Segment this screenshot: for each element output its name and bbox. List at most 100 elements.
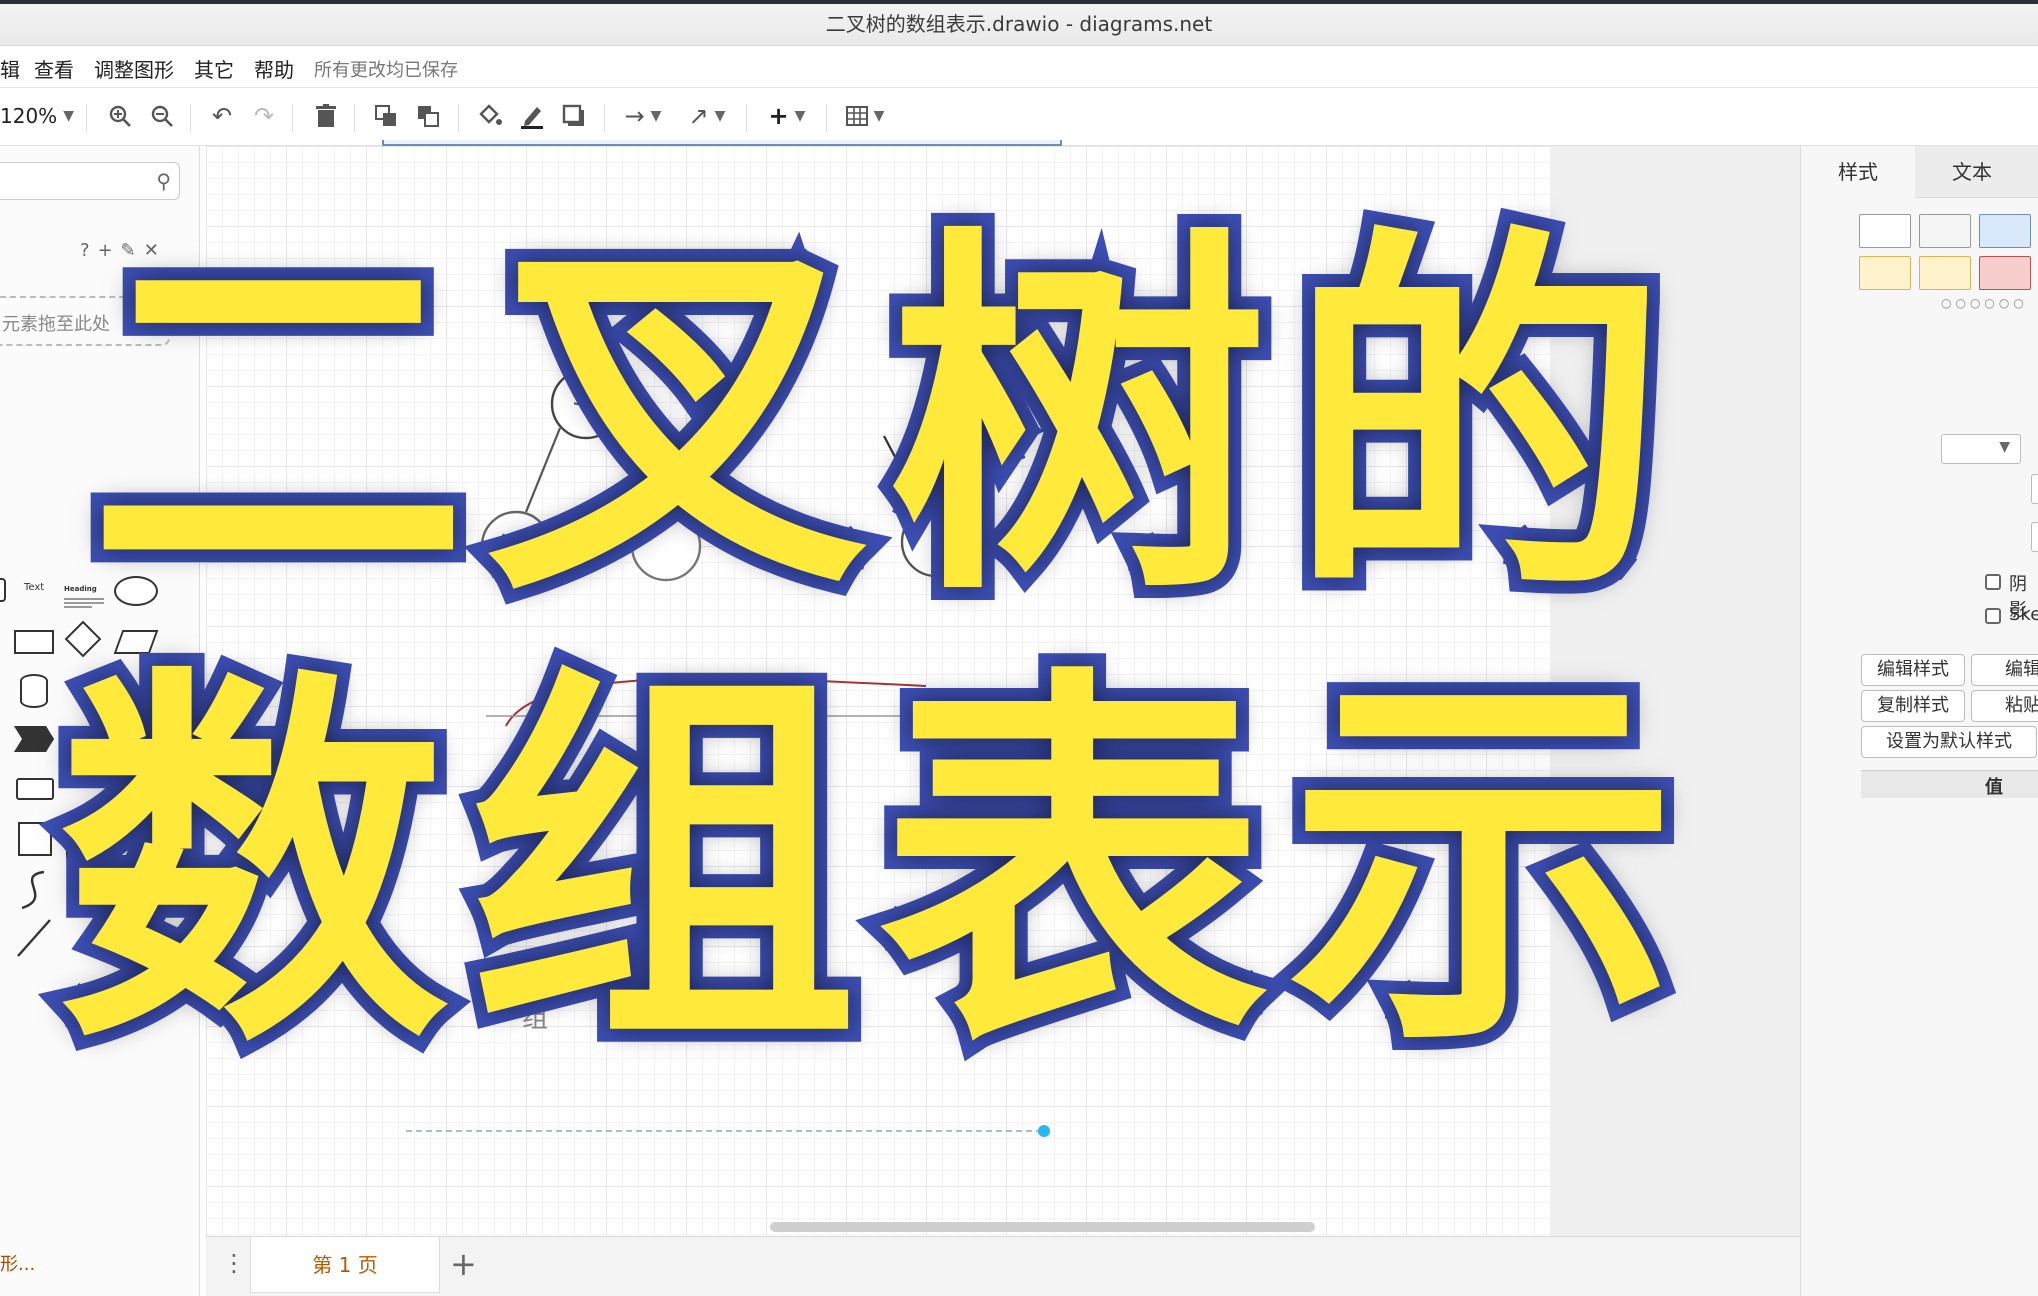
- shape-callout[interactable]: [16, 778, 54, 800]
- scratchpad-dropzone[interactable]: 元素拖至此处: [0, 296, 170, 346]
- zoom-in-button[interactable]: [104, 100, 136, 132]
- zoom-out-icon: [151, 105, 173, 127]
- shape-rounded-rect[interactable]: [0, 578, 6, 602]
- style-swatch[interactable]: [1859, 214, 1911, 248]
- waypoints-button[interactable]: ↗ ▼: [682, 100, 732, 132]
- tree-node-label: 3: [572, 382, 589, 412]
- zoom-in-icon: [109, 105, 131, 127]
- zoom-value: 120%: [0, 104, 58, 128]
- selection-handle[interactable]: [1038, 1125, 1050, 1137]
- shape-process[interactable]: [14, 630, 54, 654]
- shape-curve[interactable]: [14, 868, 54, 912]
- shape-ellipse[interactable]: [114, 576, 158, 606]
- tree-node-middle[interactable]: [630, 510, 702, 582]
- zoom-out-button[interactable]: [146, 100, 178, 132]
- menu-arrange[interactable]: 调整图形: [94, 54, 174, 83]
- shape-parallelogram[interactable]: [113, 630, 159, 654]
- opacity-field[interactable]: [2031, 474, 2038, 504]
- shape-search-input[interactable]: ⚲: [0, 162, 180, 200]
- canvas-background: [1550, 146, 1800, 1236]
- to-back-button[interactable]: [412, 100, 444, 132]
- shadow-checkbox[interactable]: [1985, 574, 2001, 590]
- paint-bucket-icon: [479, 104, 502, 125]
- shape-line[interactable]: [14, 916, 54, 960]
- toolbar: 120% ▼ ↶ ↷ → ▼ ↗ ▼ + ▼ ▼: [0, 88, 2038, 146]
- properties-table-header: 值: [1861, 770, 2038, 798]
- chevron-down-icon: ▼: [794, 108, 806, 124]
- style-swatch[interactable]: [1859, 256, 1911, 290]
- chevron-down-icon: ▼: [650, 108, 662, 124]
- connection-style-button[interactable]: → ▼: [618, 100, 668, 132]
- edit-style-button[interactable]: 编辑样式: [1861, 654, 1965, 686]
- toolbar-separator: [354, 104, 355, 132]
- to-front-icon: [375, 105, 396, 126]
- menu-help[interactable]: 帮助: [254, 54, 294, 83]
- shape-document[interactable]: [66, 822, 100, 858]
- shape-diamond[interactable]: [64, 620, 102, 658]
- general-shapes-palette: Text Heading: [0, 426, 170, 957]
- fill-color-button[interactable]: [474, 100, 506, 132]
- shape-heading-text[interactable]: Heading: [64, 576, 104, 608]
- toolbar-separator: [604, 104, 605, 132]
- tree-node-right[interactable]: [900, 506, 972, 578]
- menu-extras[interactable]: 其它: [194, 54, 234, 83]
- shape-step[interactable]: [14, 726, 54, 752]
- tab-arrange[interactable]: [2029, 146, 2038, 198]
- window-title-bar: 二叉树的数组表示.drawio - diagrams.net: [0, 0, 2038, 46]
- line-style-select[interactable]: ▼: [1941, 434, 2021, 464]
- toolbar-separator: [86, 104, 87, 132]
- tab-page-1[interactable]: 第 1 页: [250, 1237, 440, 1293]
- toolbar-separator: [292, 104, 293, 132]
- shadow-button[interactable]: [558, 100, 590, 132]
- tree-node-left[interactable]: [480, 510, 552, 582]
- trash-icon: [316, 104, 336, 127]
- menu-view[interactable]: 查看: [34, 54, 74, 83]
- paste-style-button[interactable]: 粘贴: [1971, 690, 2038, 722]
- add-page-icon[interactable]: +: [450, 1245, 477, 1283]
- menu-edit[interactable]: 辑: [0, 54, 20, 83]
- redo-icon: ↷: [253, 102, 275, 130]
- rounding-field[interactable]: [2031, 522, 2038, 552]
- drawio-app-window: 二叉树的数组表示.drawio - diagrams.net 辑 查看 调整图形…: [0, 0, 2038, 1296]
- help-icon[interactable]: ?: [80, 240, 98, 261]
- tab-text[interactable]: 文本: [1915, 146, 2029, 198]
- chevron-down-icon: ▼: [63, 108, 74, 124]
- style-swatch[interactable]: [1979, 214, 2031, 248]
- close-icon[interactable]: ✕: [144, 240, 167, 261]
- shape-cylinder[interactable]: [20, 674, 48, 708]
- to-front-button[interactable]: [370, 100, 402, 132]
- chevron-down-icon: ▼: [1999, 439, 2010, 455]
- page-tabs-bar: ⋮ 第 1 页 +: [206, 1236, 1800, 1296]
- set-default-style-button[interactable]: 设置为默认样式: [1861, 726, 2037, 758]
- plus-icon[interactable]: +: [98, 240, 121, 261]
- tree-edge[interactable]: [524, 427, 562, 513]
- scratchpad-tools: ?+✎✕: [80, 240, 167, 261]
- line-color-button[interactable]: [516, 100, 548, 132]
- swatch-pager[interactable]: ○○○○○○: [1941, 296, 2028, 310]
- style-swatch[interactable]: [1919, 256, 1971, 290]
- curved-connector[interactable]: [505, 677, 927, 727]
- sketch-label: Sket: [2009, 604, 2038, 625]
- redo-button[interactable]: ↷: [248, 100, 280, 132]
- copy-style-button[interactable]: 复制样式: [1861, 690, 1965, 722]
- edit-button[interactable]: 编辑: [1971, 654, 2038, 686]
- page-menu-icon[interactable]: ⋮: [222, 1249, 246, 1277]
- delete-button[interactable]: [310, 100, 342, 132]
- style-swatch[interactable]: [1919, 214, 1971, 248]
- table-button[interactable]: ▼: [840, 100, 890, 132]
- horizontal-scrollbar[interactable]: [770, 1222, 1315, 1232]
- tab-text-label: 文本: [1952, 160, 1992, 184]
- shape-square[interactable]: [18, 822, 52, 856]
- more-shapes-link[interactable]: 形...: [0, 1250, 35, 1276]
- pencil-icon[interactable]: ✎: [121, 240, 144, 261]
- zoom-dropdown[interactable]: 120% ▼: [0, 100, 74, 132]
- undo-button[interactable]: ↶: [206, 100, 238, 132]
- style-swatch[interactable]: [1979, 256, 2031, 290]
- insert-button[interactable]: + ▼: [762, 100, 812, 132]
- tab-style[interactable]: 样式: [1801, 146, 1915, 198]
- sketch-checkbox[interactable]: [1985, 608, 2001, 624]
- shape-text[interactable]: Text: [24, 582, 44, 593]
- toolbar-separator: [458, 104, 459, 132]
- scratchpad-hint: 元素拖至此处: [2, 314, 110, 335]
- paste-label: 粘贴: [2005, 695, 2038, 716]
